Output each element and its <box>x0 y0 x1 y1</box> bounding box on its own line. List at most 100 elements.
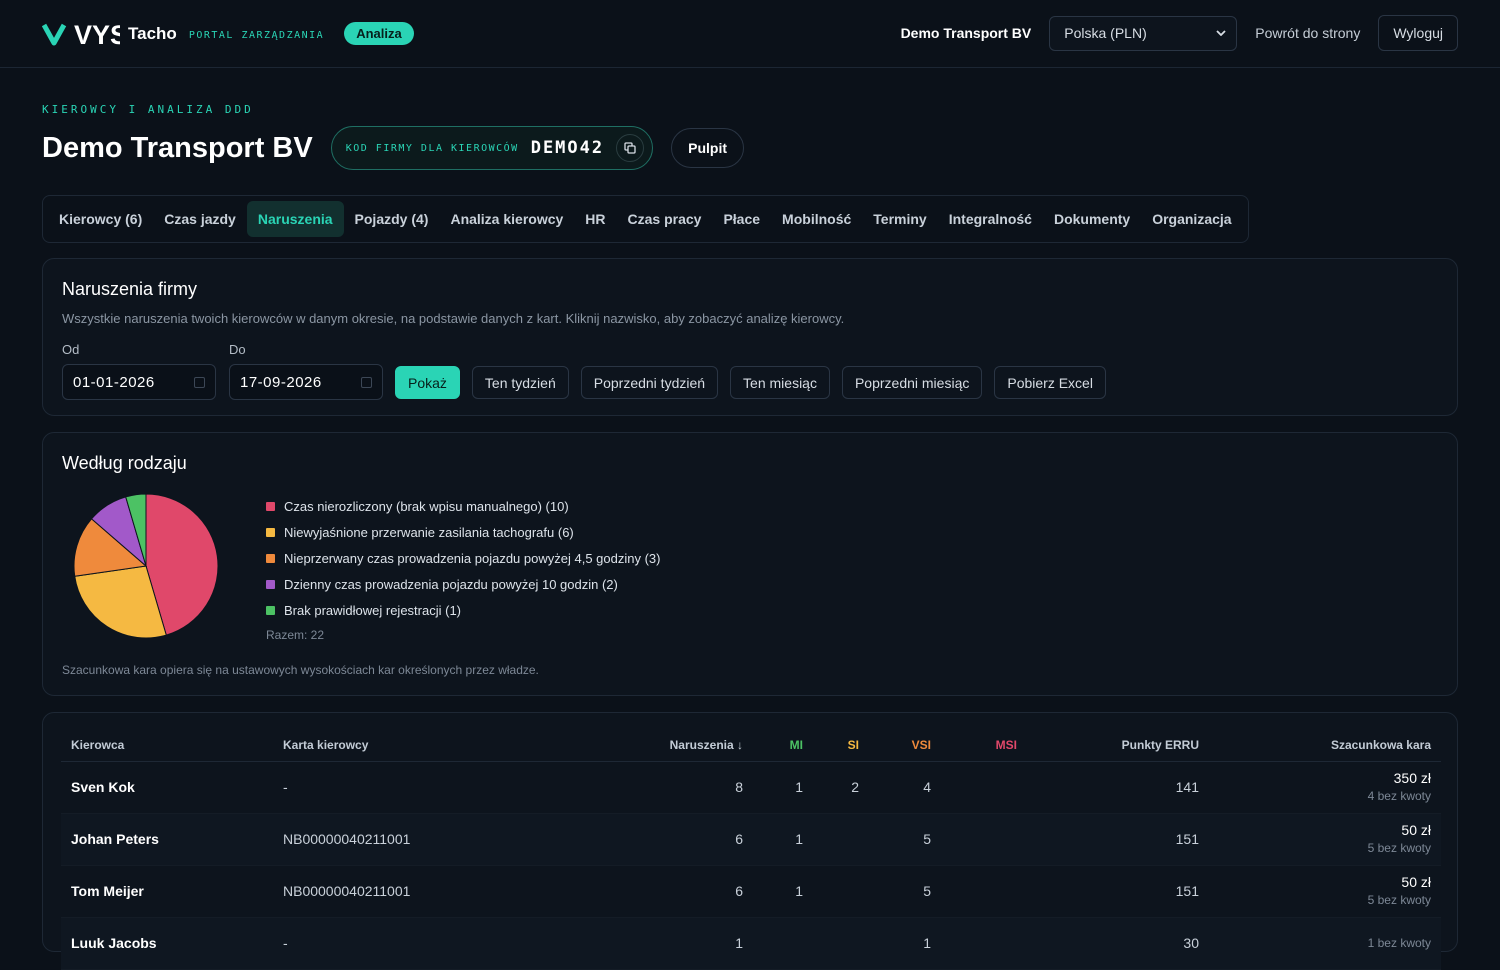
fine-amount: 50 zł <box>1401 874 1431 891</box>
legend-item: Nieprzerwany czas prowadzenia pojazdu po… <box>266 545 660 571</box>
legend-label: Niewyjaśnione przerwanie zasilania tacho… <box>284 524 574 540</box>
tab-9[interactable]: Terminy <box>862 201 937 237</box>
fine-without-amount: 5 bez kwoty <box>1367 841 1431 856</box>
tab-6[interactable]: Czas pracy <box>617 201 713 237</box>
this-month-button[interactable]: Ten miesiąc <box>730 366 830 399</box>
driver-name[interactable]: Johan Peters <box>61 813 273 866</box>
table-row[interactable]: Luuk Jacobs -1 1 30 1 bez kwoty <box>61 917 1441 970</box>
mi-count <box>753 917 813 970</box>
col-violations[interactable]: Naruszenia ↓ <box>553 729 753 762</box>
country-select[interactable]: Polska (PLN) <box>1049 15 1238 51</box>
legend-item: Czas nierozliczony (brak wpisu manualneg… <box>266 493 660 519</box>
msi-count <box>941 865 1027 918</box>
chevron-down-icon <box>1216 30 1226 36</box>
analysis-badge: Analiza <box>344 22 414 45</box>
driver-name[interactable]: Sven Kok <box>61 761 273 814</box>
erru-points: 151 <box>1027 865 1209 918</box>
legend-item: Niewyjaśnione przerwanie zasilania tacho… <box>266 519 660 545</box>
mi-count: 1 <box>753 813 813 866</box>
copy-code-button[interactable] <box>616 134 645 162</box>
tab-4[interactable]: Analiza kierowcy <box>439 201 574 237</box>
legend-swatch <box>266 501 275 511</box>
company-code-pill: KOD FIRMY DLA KIEROWCÓW DEMO42 <box>330 126 654 170</box>
col-msi[interactable]: MSI <box>941 729 1027 762</box>
mi-count: 1 <box>753 761 813 814</box>
top-bar: VYS Tacho PORTAL ZARZĄDZANIA Analiza Dem… <box>0 0 1500 68</box>
company-name: Demo Transport BV <box>900 25 1032 41</box>
calendar-icon[interactable] <box>194 376 205 388</box>
company-code-label: KOD FIRMY DLA KIEROWCÓW <box>345 142 519 154</box>
company-code-value: DEMO42 <box>530 138 605 158</box>
filter-card-description: Wszystkie naruszenia twoich kierowców w … <box>62 311 845 326</box>
previous-month-button[interactable]: Poprzedni miesiąc <box>841 366 983 399</box>
show-button[interactable]: Pokaż <box>395 366 460 399</box>
violations-count: 1 <box>553 917 753 970</box>
fine-without-amount: 4 bez kwoty <box>1367 789 1431 804</box>
fine-without-amount: 1 bez kwoty <box>1367 935 1431 950</box>
table-row[interactable]: Tom Meijer NB00000040211001 6 1 5 151 50 zł 5 b… <box>61 865 1441 918</box>
vsi-count: 4 <box>869 761 941 814</box>
from-label: Od <box>62 342 80 357</box>
table-row[interactable]: Sven Kok -8 1 2 4 141 350 zł 4 bez kwoty <box>61 761 1441 814</box>
back-to-site-link[interactable]: Powrót do strony <box>1255 25 1360 41</box>
estimated-fine: 50 zł 5 bez kwoty <box>1209 813 1441 866</box>
tab-5[interactable]: HR <box>574 201 616 237</box>
col-fine[interactable]: Szacunkowa kara <box>1209 729 1441 762</box>
col-card[interactable]: Karta kierowcy <box>273 729 553 762</box>
legend-swatch <box>266 553 275 563</box>
this-week-button[interactable]: Ten tydzień <box>471 366 569 399</box>
page-title: Demo Transport BV <box>42 131 313 164</box>
si-count: 2 <box>813 761 869 814</box>
col-si[interactable]: SI <box>813 729 869 762</box>
fine-without-amount: 5 bez kwoty <box>1367 893 1431 908</box>
drivers-violations-table-card: Kierowca Karta kierowcy Naruszenia ↓ MI … <box>42 712 1458 970</box>
to-date-input[interactable]: 17-09-2026 <box>229 364 383 400</box>
legend-total: Razem: 22 <box>266 628 325 642</box>
filter-card-title: Naruszenia firmy <box>62 279 198 299</box>
violations-count: 6 <box>553 865 753 918</box>
tab-10[interactable]: Integralność <box>938 201 1043 237</box>
driver-card: NB00000040211001 <box>273 865 553 918</box>
col-vsi[interactable]: VSI <box>869 729 941 762</box>
tab-2[interactable]: Naruszenia <box>246 201 344 237</box>
violations-pie-chart <box>73 493 219 639</box>
calendar-icon[interactable] <box>361 376 372 388</box>
table-row[interactable]: Johan Peters NB00000040211001 6 1 5 151 50 zł 5… <box>61 813 1441 866</box>
tab-11[interactable]: Dokumenty <box>1043 201 1141 237</box>
legend-swatch <box>266 605 275 615</box>
estimated-fine: 350 zł 4 bez kwoty <box>1209 761 1441 814</box>
from-date-input[interactable]: 01-01-2026 <box>62 364 216 400</box>
download-excel-button[interactable]: Pobierz Excel <box>994 366 1106 399</box>
dashboard-button[interactable]: Pulpit <box>671 128 745 168</box>
estimated-fine: 50 zł 5 bez kwoty <box>1209 865 1441 918</box>
tab-0[interactable]: Kierowcy (6) <box>48 201 153 237</box>
driver-card: - <box>273 761 553 814</box>
driver-name[interactable]: Luuk Jacobs <box>61 917 273 970</box>
col-erru[interactable]: Punkty ERRU <box>1027 729 1209 762</box>
logo[interactable]: VYS Tacho PORTAL ZARZĄDZANIA Analiza <box>42 17 414 51</box>
fine-amount: 50 zł <box>1401 822 1431 839</box>
legend-swatch <box>266 579 275 589</box>
col-mi[interactable]: MI <box>753 729 813 762</box>
logout-button[interactable]: Wyloguj <box>1378 15 1458 51</box>
copy-icon <box>624 142 636 154</box>
vsi-count: 5 <box>869 865 941 918</box>
tab-3[interactable]: Pojazdy (4) <box>344 201 440 237</box>
si-count <box>813 917 869 970</box>
logo-icon: VYS <box>42 20 120 50</box>
col-driver[interactable]: Kierowca <box>61 729 273 762</box>
legend-swatch <box>266 527 275 537</box>
previous-week-button[interactable]: Poprzedni tydzień <box>580 366 719 399</box>
brand-name: Tacho <box>128 23 177 43</box>
tab-8[interactable]: Mobilność <box>771 201 862 237</box>
from-date-value: 01-01-2026 <box>73 373 155 391</box>
fine-amount: 350 zł <box>1393 770 1431 787</box>
tab-7[interactable]: Płace <box>712 201 771 237</box>
mi-count: 1 <box>753 865 813 918</box>
tab-1[interactable]: Czas jazdy <box>153 201 247 237</box>
msi-count <box>941 813 1027 866</box>
drivers-violations-table: Kierowca Karta kierowcy Naruszenia ↓ MI … <box>61 729 1441 970</box>
by-type-title: Według rodzaju <box>62 453 187 473</box>
driver-name[interactable]: Tom Meijer <box>61 865 273 918</box>
tab-12[interactable]: Organizacja <box>1141 201 1242 237</box>
